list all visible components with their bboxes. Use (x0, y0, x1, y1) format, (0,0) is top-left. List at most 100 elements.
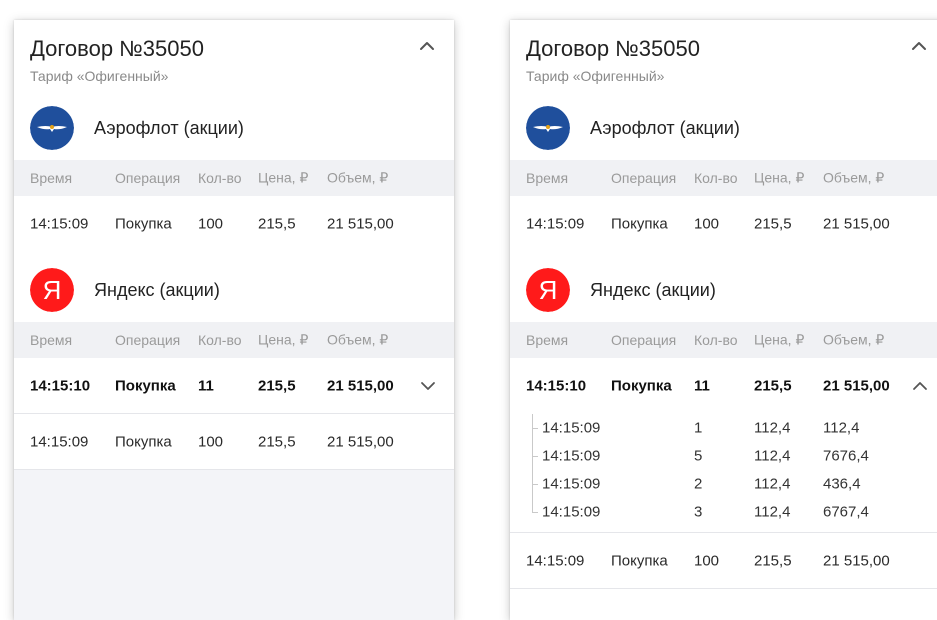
stock-aeroflot: Аэрофлот (акции) (510, 90, 937, 160)
cell-volume: 21 515,00 (823, 215, 890, 233)
contract-card-expanded: Договор №35050 Тариф «Офигенный» Аэрофло… (510, 20, 937, 620)
sub-row: 14:15:09 5 112,4 7676,4 (510, 442, 937, 470)
contract-tariff: Тариф «Офигенный» (30, 68, 169, 84)
col-operation: Операция (611, 170, 677, 186)
sub-row: 14:15:09 1 112,4 112,4 (510, 414, 937, 442)
cell-qty: 100 (694, 215, 720, 233)
table-row: 14:15:09 Покупка 100 215,5 21 515,00 (510, 196, 937, 252)
contract-card-collapsed: Договор №35050 Тариф «Офигенный» Аэрофло… (14, 20, 454, 620)
chevron-up-icon[interactable] (910, 40, 928, 54)
col-time: Время (30, 332, 73, 348)
contract-header[interactable]: Договор №35050 Тариф «Офигенный» (14, 20, 454, 90)
table-row: 14:15:09 Покупка 100 215,5 21 515,00 (510, 533, 937, 589)
card-content: Договор №35050 Тариф «Офигенный» Аэрофло… (14, 20, 454, 470)
aeroflot-logo-icon (526, 106, 570, 150)
sub-rows: 14:15:09 1 112,4 112,4 14:15:09 5 112,4 … (510, 414, 937, 533)
col-price: Цена, ₽ (258, 169, 309, 186)
col-price: Цена, ₽ (754, 169, 805, 186)
cell-price: 112,4 (754, 475, 791, 493)
table-row-expandable[interactable]: 14:15:10 Покупка 11 215,5 21 515,00 (14, 358, 454, 414)
col-volume: Объем, ₽ (823, 169, 885, 186)
col-operation: Операция (115, 170, 181, 186)
table-header: Время Операция Кол-во Цена, ₽ Объем, ₽ (510, 160, 937, 196)
stock-name: Аэрофлот (акции) (94, 118, 244, 138)
cell-price: 215,5 (754, 215, 792, 233)
sub-row: 14:15:09 3 112,4 6767,4 (510, 498, 937, 526)
cell-operation: Покупка (115, 377, 176, 394)
cell-time: 14:15:09 (30, 215, 89, 233)
chevron-down-icon[interactable] (420, 381, 436, 391)
cell-time: 14:15:09 (542, 447, 601, 465)
cell-volume: 436,4 (823, 475, 861, 493)
col-qty: Кол-во (694, 170, 738, 186)
cell-time: 14:15:09 (542, 419, 601, 437)
stock-yandex: Я Яндекс (акции) (14, 252, 454, 322)
tree-tick (532, 512, 538, 513)
stock-name: Яндекс (акции) (590, 280, 716, 300)
col-time: Время (526, 332, 569, 348)
cell-volume: 21 515,00 (327, 215, 394, 233)
cell-time: 14:15:09 (542, 475, 601, 493)
cell-volume: 21 515,00 (823, 552, 890, 569)
cell-qty: 100 (198, 433, 224, 450)
cell-price: 112,4 (754, 447, 791, 465)
cell-time: 14:15:09 (30, 433, 89, 450)
tree-tick (532, 428, 538, 429)
sub-row: 14:15:09 2 112,4 436,4 (510, 470, 937, 498)
cell-price: 215,5 (258, 215, 296, 233)
yandex-logo-icon: Я (526, 268, 570, 312)
table-row: 14:15:09 Покупка 100 215,5 21 515,00 (14, 414, 454, 470)
cell-time: 14:15:09 (526, 552, 585, 569)
col-volume: Объем, ₽ (327, 331, 389, 348)
cell-operation: Покупка (611, 552, 668, 569)
chevron-up-icon[interactable] (418, 40, 436, 54)
contract-title: Договор №35050 (30, 36, 204, 61)
cell-price: 215,5 (258, 377, 296, 394)
cell-price: 112,4 (754, 503, 791, 521)
stock-aeroflot: Аэрофлот (акции) (14, 90, 454, 160)
stock-yandex: Я Яндекс (акции) (510, 252, 937, 322)
cell-qty: 100 (694, 552, 720, 569)
col-operation: Операция (611, 332, 677, 348)
cell-qty: 5 (694, 447, 703, 465)
cell-volume: 112,4 (823, 419, 860, 437)
cell-time: 14:15:09 (542, 503, 601, 521)
table-header: Время Операция Кол-во Цена, ₽ Объем, ₽ (510, 322, 937, 358)
cell-operation: Покупка (611, 377, 672, 395)
stock-name: Аэрофлот (акции) (590, 118, 740, 138)
cell-qty: 11 (694, 377, 710, 395)
contract-title: Договор №35050 (526, 36, 700, 61)
col-volume: Объем, ₽ (823, 331, 885, 348)
cell-time: 14:15:10 (526, 377, 587, 395)
cell-price: 215,5 (258, 433, 296, 450)
cell-qty: 11 (198, 377, 214, 394)
yandex-logo-icon: Я (30, 268, 74, 312)
col-time: Время (30, 170, 73, 186)
cell-volume: 21 515,00 (327, 433, 394, 450)
col-volume: Объем, ₽ (327, 169, 389, 186)
col-price: Цена, ₽ (754, 331, 805, 348)
tree-tick (532, 484, 538, 485)
cell-qty: 1 (694, 419, 703, 437)
col-qty: Кол-во (198, 332, 242, 348)
table-header: Время Операция Кол-во Цена, ₽ Объем, ₽ (14, 322, 454, 358)
col-qty: Кол-во (694, 332, 738, 348)
contract-header[interactable]: Договор №35050 Тариф «Офигенный» (510, 20, 937, 90)
cell-volume: 21 515,00 (823, 377, 890, 395)
chevron-up-icon[interactable] (912, 381, 928, 391)
cell-volume: 6767,4 (823, 503, 869, 521)
cell-qty: 3 (694, 503, 703, 521)
cell-volume: 21 515,00 (327, 377, 394, 394)
table-row-expanded[interactable]: 14:15:10 Покупка 11 215,5 21 515,00 (510, 358, 937, 414)
col-operation: Операция (115, 332, 181, 348)
table-row: 14:15:09 Покупка 100 215,5 21 515,00 (14, 196, 454, 252)
aeroflot-logo-icon (30, 106, 74, 150)
contract-tariff: Тариф «Офигенный» (526, 68, 665, 84)
svg-text:Я: Я (43, 275, 62, 305)
col-qty: Кол-во (198, 170, 242, 186)
cell-operation: Покупка (611, 215, 668, 233)
cell-qty: 100 (198, 215, 224, 233)
cell-time: 14:15:10 (30, 377, 91, 394)
cell-operation: Покупка (115, 215, 172, 233)
cell-operation: Покупка (115, 433, 172, 450)
